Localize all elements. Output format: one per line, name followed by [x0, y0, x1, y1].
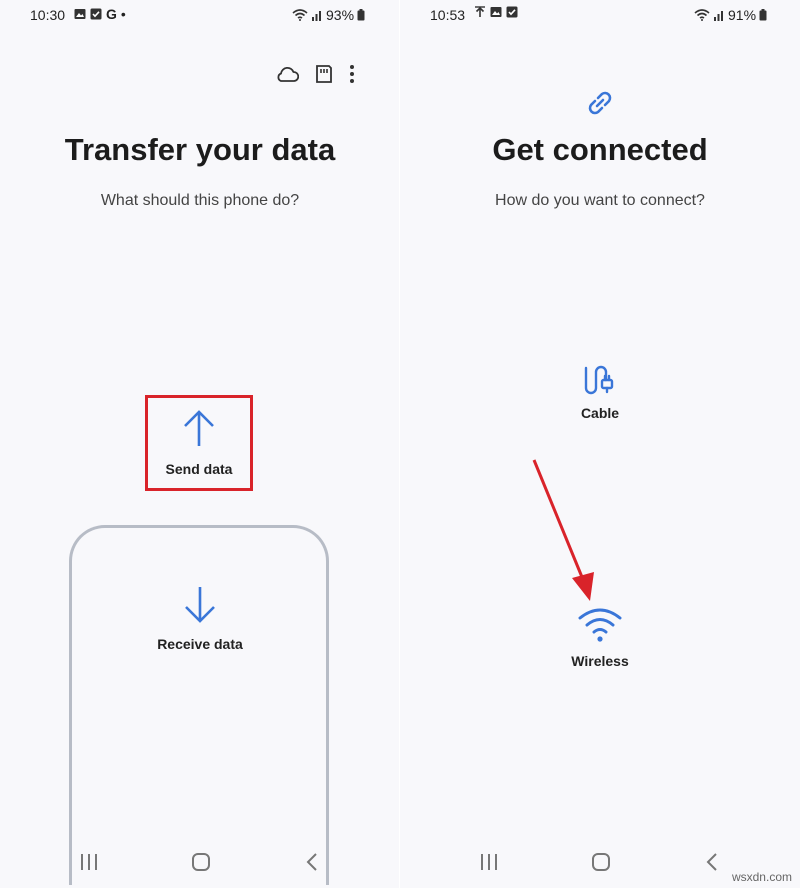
status-time: 10:53 — [430, 7, 466, 23]
system-icons: 93% — [292, 7, 365, 23]
receive-data-button[interactable]: Receive data — [100, 585, 300, 652]
checkbox-icon — [90, 8, 102, 20]
battery-percent: 91% — [728, 7, 757, 23]
recent-apps-icon[interactable] — [480, 850, 498, 872]
wifi-signal-icon — [694, 9, 710, 21]
cloud-icon[interactable] — [275, 65, 299, 83]
back-icon[interactable] — [305, 850, 319, 872]
link-icon — [588, 91, 612, 115]
status-time: 10:30 — [30, 7, 66, 23]
more-notifications-dot: • — [120, 6, 126, 22]
notification-icons: G • — [74, 6, 126, 22]
back-icon[interactable] — [705, 850, 719, 872]
page-subtitle: What should this phone do? — [100, 192, 300, 209]
red-arrow-annotation — [532, 459, 594, 601]
sd-card-icon[interactable] — [315, 64, 333, 84]
cable-label: Cable — [580, 405, 620, 421]
gallery-icon — [74, 9, 86, 19]
cell-signal-icon — [312, 11, 321, 21]
arrow-down-icon — [185, 587, 215, 623]
recent-apps-icon[interactable] — [80, 850, 98, 872]
wifi-icon — [578, 608, 622, 642]
battery-percent: 93% — [326, 7, 355, 23]
system-icons: 91% — [694, 7, 767, 23]
top-actions — [275, 64, 355, 84]
upload-icon — [475, 6, 485, 17]
status-bar: 10:53 91% — [400, 4, 800, 26]
status-bar: 10:30 G • 93% — [0, 4, 400, 26]
google-icon: G — [106, 6, 117, 22]
checkbox-icon — [506, 6, 518, 18]
page-subtitle: How do you want to connect? — [495, 192, 705, 209]
wireless-option-button[interactable]: Wireless — [550, 606, 650, 669]
right-screen: 10:53 91% Get connected How do you want … — [400, 0, 800, 888]
home-icon[interactable] — [191, 850, 211, 872]
cell-signal-icon — [714, 11, 723, 21]
nav-bar — [0, 850, 400, 880]
cable-icon — [584, 365, 614, 395]
notification-icons — [474, 6, 518, 18]
page-title: Transfer your data — [64, 132, 336, 167]
watermark: wsxdn.com — [731, 870, 792, 884]
wifi-signal-icon — [292, 9, 308, 21]
home-icon[interactable] — [591, 850, 611, 872]
receive-data-card[interactable] — [69, 525, 329, 885]
more-vertical-icon[interactable] — [349, 64, 355, 84]
gallery-icon — [490, 7, 502, 17]
left-screen: 10:30 G • 93% Transfer your data What sh… — [0, 0, 400, 888]
battery-icon — [357, 9, 365, 21]
page-title: Get connected — [492, 132, 708, 167]
receive-data-label: Receive data — [157, 636, 243, 652]
send-data-highlight-box — [145, 395, 253, 491]
cable-option-button[interactable]: Cable — [550, 358, 650, 421]
wireless-label: Wireless — [571, 653, 629, 669]
battery-icon — [759, 9, 767, 21]
